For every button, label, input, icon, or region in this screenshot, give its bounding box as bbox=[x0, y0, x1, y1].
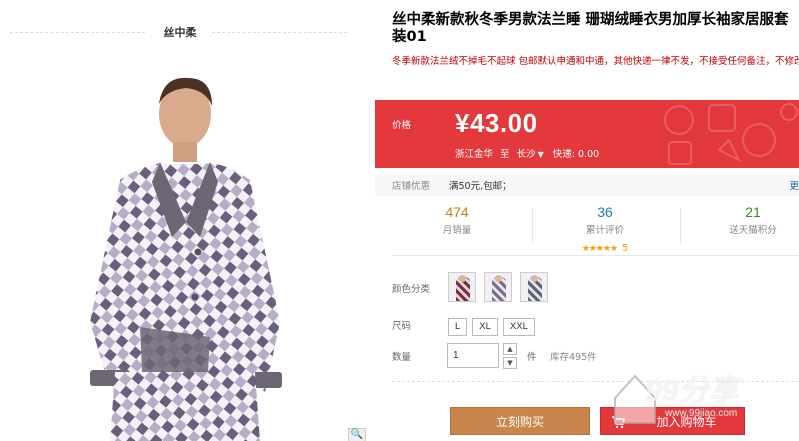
stepper-down-icon[interactable]: ▼ bbox=[503, 357, 517, 369]
divider bbox=[212, 32, 347, 33]
reviews-label: 累计评价 bbox=[585, 225, 624, 236]
promo-more-link[interactable]: 更 bbox=[789, 178, 799, 192]
destination-select[interactable]: 长沙 ▼ bbox=[517, 149, 544, 160]
points-label: 送天猫积分 bbox=[729, 225, 777, 236]
promo-text: 满50元,包邮； bbox=[449, 181, 512, 192]
divider bbox=[680, 208, 681, 244]
stat-sales: 474 月销量 bbox=[392, 204, 522, 236]
product-gallery: 丝中柔 🔍 bbox=[0, 0, 375, 441]
points-count: 21 bbox=[745, 204, 761, 220]
rating-stars: ★★★★★ bbox=[581, 244, 618, 254]
product-info: 丝中柔新款秋冬季男款法兰睡 珊瑚绒睡衣男加厚长袖家居服套装01 冬季新款法兰绒不… bbox=[375, 0, 799, 441]
color-label: 颜色分类 bbox=[392, 284, 431, 295]
ship-to-word: 至 bbox=[500, 149, 510, 160]
price-panel: 价格 ¥43.00 浙江金华 至 长沙 ▼ 快递: 0.00 bbox=[375, 100, 799, 168]
magnify-icon[interactable]: 🔍 bbox=[348, 428, 366, 441]
add-to-cart-button[interactable]: 加入购物车 bbox=[600, 407, 745, 435]
shop-promo: 店铺优惠 满50元,包邮； 更 bbox=[375, 174, 799, 196]
buy-now-button[interactable]: 立刻购买 bbox=[450, 407, 590, 435]
sales-label: 月销量 bbox=[442, 225, 472, 236]
size-option[interactable]: XXL bbox=[502, 318, 535, 336]
stepper-up-icon[interactable]: ▲ bbox=[503, 343, 517, 355]
decorative-pattern bbox=[664, 103, 798, 165]
shipping-info: 浙江金华 至 长沙 ▼ 快递: 0.00 bbox=[455, 146, 599, 160]
add-to-cart-label: 加入购物车 bbox=[656, 415, 717, 429]
size-option[interactable]: L bbox=[448, 318, 468, 336]
quantity-label: 数量 bbox=[392, 352, 412, 363]
destination-value: 长沙 bbox=[516, 149, 536, 160]
price-value: ¥43.00 bbox=[455, 108, 538, 138]
product-description: 冬季新款法兰绒不掉毛不起球 包邮默认申通和中通，其他快递一律不发，不接受任何备注… bbox=[392, 56, 799, 67]
rating-value: 5 bbox=[622, 243, 629, 254]
color-options bbox=[448, 272, 551, 302]
ship-from: 浙江金华 bbox=[455, 149, 494, 160]
size-option[interactable]: XL bbox=[472, 318, 498, 336]
sales-count: 474 bbox=[445, 204, 469, 220]
cart-icon bbox=[612, 416, 625, 429]
color-swatch[interactable] bbox=[484, 272, 513, 302]
shipping-fee: 快递: 0.00 bbox=[552, 149, 600, 160]
product-title: 丝中柔新款秋冬季男款法兰睡 珊瑚绒睡衣男加厚长袖家居服套装01 bbox=[392, 12, 789, 45]
reviews-count: 36 bbox=[597, 204, 613, 220]
divider bbox=[392, 381, 799, 382]
divider bbox=[532, 208, 533, 244]
chevron-down-icon: ▼ bbox=[537, 150, 544, 159]
stock-count: 库存495件 bbox=[550, 352, 597, 363]
quantity-unit: 件 bbox=[527, 352, 537, 363]
color-swatch[interactable] bbox=[520, 272, 549, 302]
product-main-image[interactable] bbox=[60, 72, 310, 441]
color-swatch[interactable] bbox=[448, 272, 476, 302]
promo-label: 店铺优惠 bbox=[392, 181, 431, 192]
stats-bar: 474 月销量 36 累计评价 ★★★★★ 5 21 送天猫积分 bbox=[392, 198, 799, 256]
price-label: 价格 bbox=[392, 120, 412, 131]
size-label: 尺码 bbox=[392, 321, 412, 332]
size-options: L XL XXL bbox=[448, 314, 540, 336]
stat-reviews[interactable]: 36 累计评价 ★★★★★ 5 bbox=[540, 204, 670, 255]
stat-points: 21 送天猫积分 bbox=[688, 204, 799, 236]
quantity-input[interactable] bbox=[447, 343, 499, 368]
